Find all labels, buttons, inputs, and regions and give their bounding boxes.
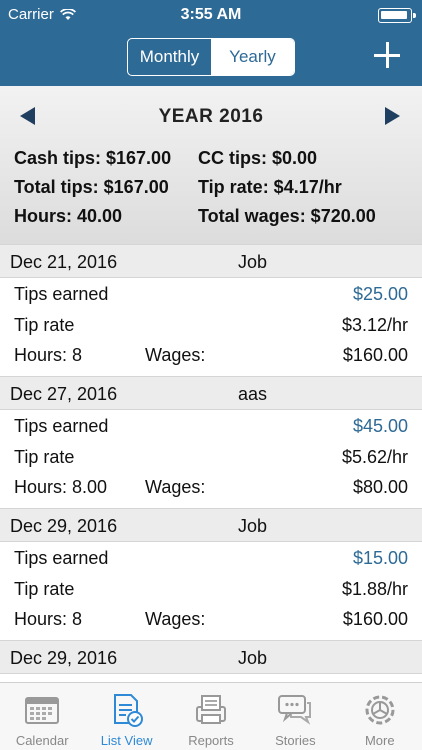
entry-date: Dec 29, 2016	[10, 648, 118, 668]
tip-rate-value: $5.62/hr	[341, 447, 408, 467]
entry-date: Dec 21, 2016	[10, 252, 118, 272]
year-title: YEAR 2016	[158, 106, 264, 127]
tab-list-view[interactable]: List View	[84, 683, 168, 750]
battery-icon	[378, 8, 416, 23]
tip-rate: Tip rate: $4.17/hr	[198, 177, 342, 197]
navigation-bar: Carrier 3:55 AM Monthly Yearly	[0, 0, 422, 86]
tab-label: Calendar	[15, 733, 69, 748]
total-tips: Total tips: $167.00	[14, 177, 169, 197]
total-wages: Total wages: $720.00	[198, 206, 376, 226]
tab-label: Stories	[275, 733, 316, 748]
tab-label: More	[364, 733, 395, 748]
tip-rate-label: Tip rate	[14, 315, 75, 335]
wages-label: Wages:	[145, 345, 206, 365]
tab-stories[interactable]: Stories	[253, 683, 337, 750]
tips-earned-label: Tips earned	[14, 548, 109, 568]
segment-yearly[interactable]: Yearly	[211, 39, 294, 75]
entry-header[interactable]: Dec 29, 2016 Job	[0, 640, 422, 674]
entry-date: Dec 27, 2016	[10, 384, 118, 404]
tips-earned-label: Tips earned	[14, 284, 109, 304]
wages-value: $80.00	[352, 477, 408, 497]
tab-calendar[interactable]: Calendar	[0, 683, 84, 750]
tab-label: List View	[100, 733, 153, 748]
tab-reports[interactable]: Reports	[169, 683, 253, 750]
tip-rate-label: Tip rate	[14, 447, 75, 467]
more-icon	[365, 695, 395, 725]
tip-rate-value: $3.12/hr	[341, 315, 408, 335]
entry-job: Job	[238, 252, 268, 272]
year-summary: YEAR 2016 Cash tips: $167.00 CC tips: $0…	[0, 86, 422, 244]
tab-more[interactable]: More	[338, 683, 422, 750]
reports-icon	[195, 695, 226, 724]
segment-monthly[interactable]: Monthly	[128, 39, 211, 75]
wages-label: Wages:	[145, 609, 206, 629]
list-item[interactable]: Tips earned $25.00 Tip rate $3.12/hr Hou…	[0, 278, 422, 376]
hours-total: Hours: 40.00	[14, 206, 123, 226]
tab-bar: Calendar List View Reports Stories More	[0, 682, 422, 750]
wages-value: $160.00	[342, 609, 408, 629]
entries-list[interactable]: Dec 21, 2016 Job Tips earned $25.00 Tip …	[0, 244, 422, 682]
tips-earned-label: Tips earned	[14, 416, 109, 436]
tips-earned-value: $15.00	[352, 548, 408, 568]
tips-earned-value: $45.00	[352, 416, 408, 436]
status-bar: Carrier 3:55 AM	[0, 0, 422, 30]
entry-header[interactable]: Dec 27, 2016 aas	[0, 376, 422, 410]
next-year-arrow-icon[interactable]	[385, 107, 400, 125]
entry-job: Job	[238, 516, 268, 536]
period-segmented-control[interactable]: Monthly Yearly	[127, 38, 295, 76]
add-button[interactable]	[370, 38, 404, 72]
tips-earned-value: $25.00	[352, 284, 408, 304]
status-time: 3:55 AM	[180, 6, 242, 23]
entry-job: aas	[238, 384, 268, 404]
cash-tips: Cash tips: $167.00	[14, 148, 172, 168]
tab-label: Reports	[188, 733, 234, 748]
tip-rate-value: $1.88/hr	[341, 579, 408, 599]
entry-header[interactable]: Dec 21, 2016 Job	[0, 244, 422, 278]
hours-value: Hours: 8.00	[14, 477, 108, 497]
stories-icon	[278, 695, 312, 725]
entry-header[interactable]: Dec 29, 2016 Job	[0, 508, 422, 542]
calendar-icon	[25, 697, 60, 724]
list-item[interactable]: Tips earned $15.00 Tip rate $1.88/hr Hou…	[0, 542, 422, 640]
hours-value: Hours: 8	[14, 609, 83, 629]
wages-value: $160.00	[342, 345, 408, 365]
hours-value: Hours: 8	[14, 345, 83, 365]
tip-rate-label: Tip rate	[14, 579, 75, 599]
list-item[interactable]: Tips earned $45.00 Tip rate $5.62/hr Hou…	[0, 410, 422, 508]
entry-job: Job	[238, 648, 268, 668]
cc-tips: CC tips: $0.00	[198, 148, 318, 168]
wages-label: Wages:	[145, 477, 206, 497]
entry-date: Dec 29, 2016	[10, 516, 118, 536]
list-view-icon	[113, 694, 143, 727]
